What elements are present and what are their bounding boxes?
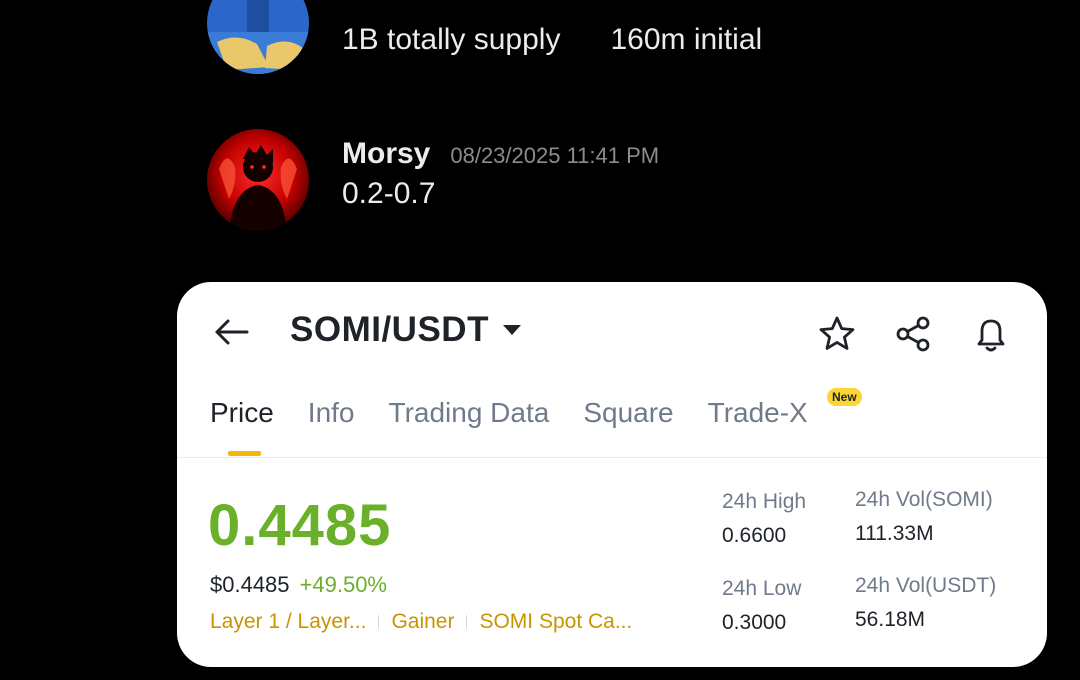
tag-spot-campaign[interactable]: SOMI Spot Ca... (479, 610, 632, 634)
chat-message: 1B totally supply 160m initial (207, 0, 762, 74)
message-text-part: 160m initial (610, 23, 763, 56)
tag-gainer[interactable]: Gainer (391, 610, 454, 634)
tag-separator (466, 615, 468, 629)
stat-24h-high: 24h High 0.6600 (722, 490, 806, 548)
ticker-card: SOMI/USDT Price Info Trading Data Square… (177, 282, 1047, 667)
tag-list: Layer 1 / Layer... Gainer SOMI Spot Ca..… (210, 610, 632, 634)
stat-value: 56.18M (855, 608, 926, 631)
star-icon[interactable] (817, 314, 857, 354)
price-subline: $0.4485 +49.50% (210, 572, 387, 598)
message-text: 1B totally supply 160m initial (342, 23, 762, 57)
avatar[interactable] (207, 129, 309, 231)
pair-selector[interactable]: SOMI/USDT (290, 310, 521, 350)
avatar[interactable] (207, 0, 309, 74)
divider (177, 457, 1047, 458)
fiat-price: $0.4485 (210, 572, 290, 597)
chat-message: Morsy 08/23/2025 11:41 PM 0.2-0.7 (207, 129, 659, 231)
stat-value: 0.3000 (722, 611, 787, 634)
tag-separator (378, 615, 380, 629)
stat-label: 24h Low (722, 577, 802, 600)
stat-24h-low: 24h Low 0.3000 (722, 577, 801, 635)
new-badge: New (827, 388, 862, 406)
last-price: 0.4485 (208, 493, 392, 558)
pair-title: SOMI/USDT (290, 310, 489, 349)
stat-label: 24h Vol(USDT) (855, 574, 997, 597)
caret-down-icon (502, 325, 521, 335)
stat-24h-vol-somi: 24h Vol(SOMI) 111.33M (855, 488, 993, 546)
tab-bar: Price Info Trading Data Square Trade-X (210, 397, 842, 457)
stat-label: 24h High (722, 490, 807, 513)
top-bar: SOMI/USDT (177, 282, 1047, 382)
tab-price[interactable]: Price (210, 397, 274, 457)
message-timestamp: 08/23/2025 11:41 PM (450, 143, 660, 168)
back-arrow-icon[interactable] (213, 318, 249, 346)
tab-info[interactable]: Info (308, 397, 355, 457)
message-text-part: 1B totally supply (342, 23, 561, 56)
stat-label: 24h Vol(SOMI) (855, 488, 993, 511)
bell-icon[interactable] (971, 314, 1011, 354)
tab-trade-x[interactable]: Trade-X (708, 397, 808, 457)
stat-24h-vol-usdt: 24h Vol(USDT) 56.18M (855, 574, 996, 632)
message-text: 0.2-0.7 (342, 177, 436, 210)
tag-layer1[interactable]: Layer 1 / Layer... (210, 610, 366, 634)
price-change: +49.50% (299, 572, 387, 597)
username[interactable]: Morsy (342, 137, 430, 171)
share-icon[interactable] (893, 314, 933, 354)
stat-value: 0.6600 (722, 524, 787, 547)
stat-value: 111.33M (855, 522, 934, 545)
tab-square[interactable]: Square (583, 397, 673, 457)
tab-trading-data[interactable]: Trading Data (389, 397, 550, 457)
